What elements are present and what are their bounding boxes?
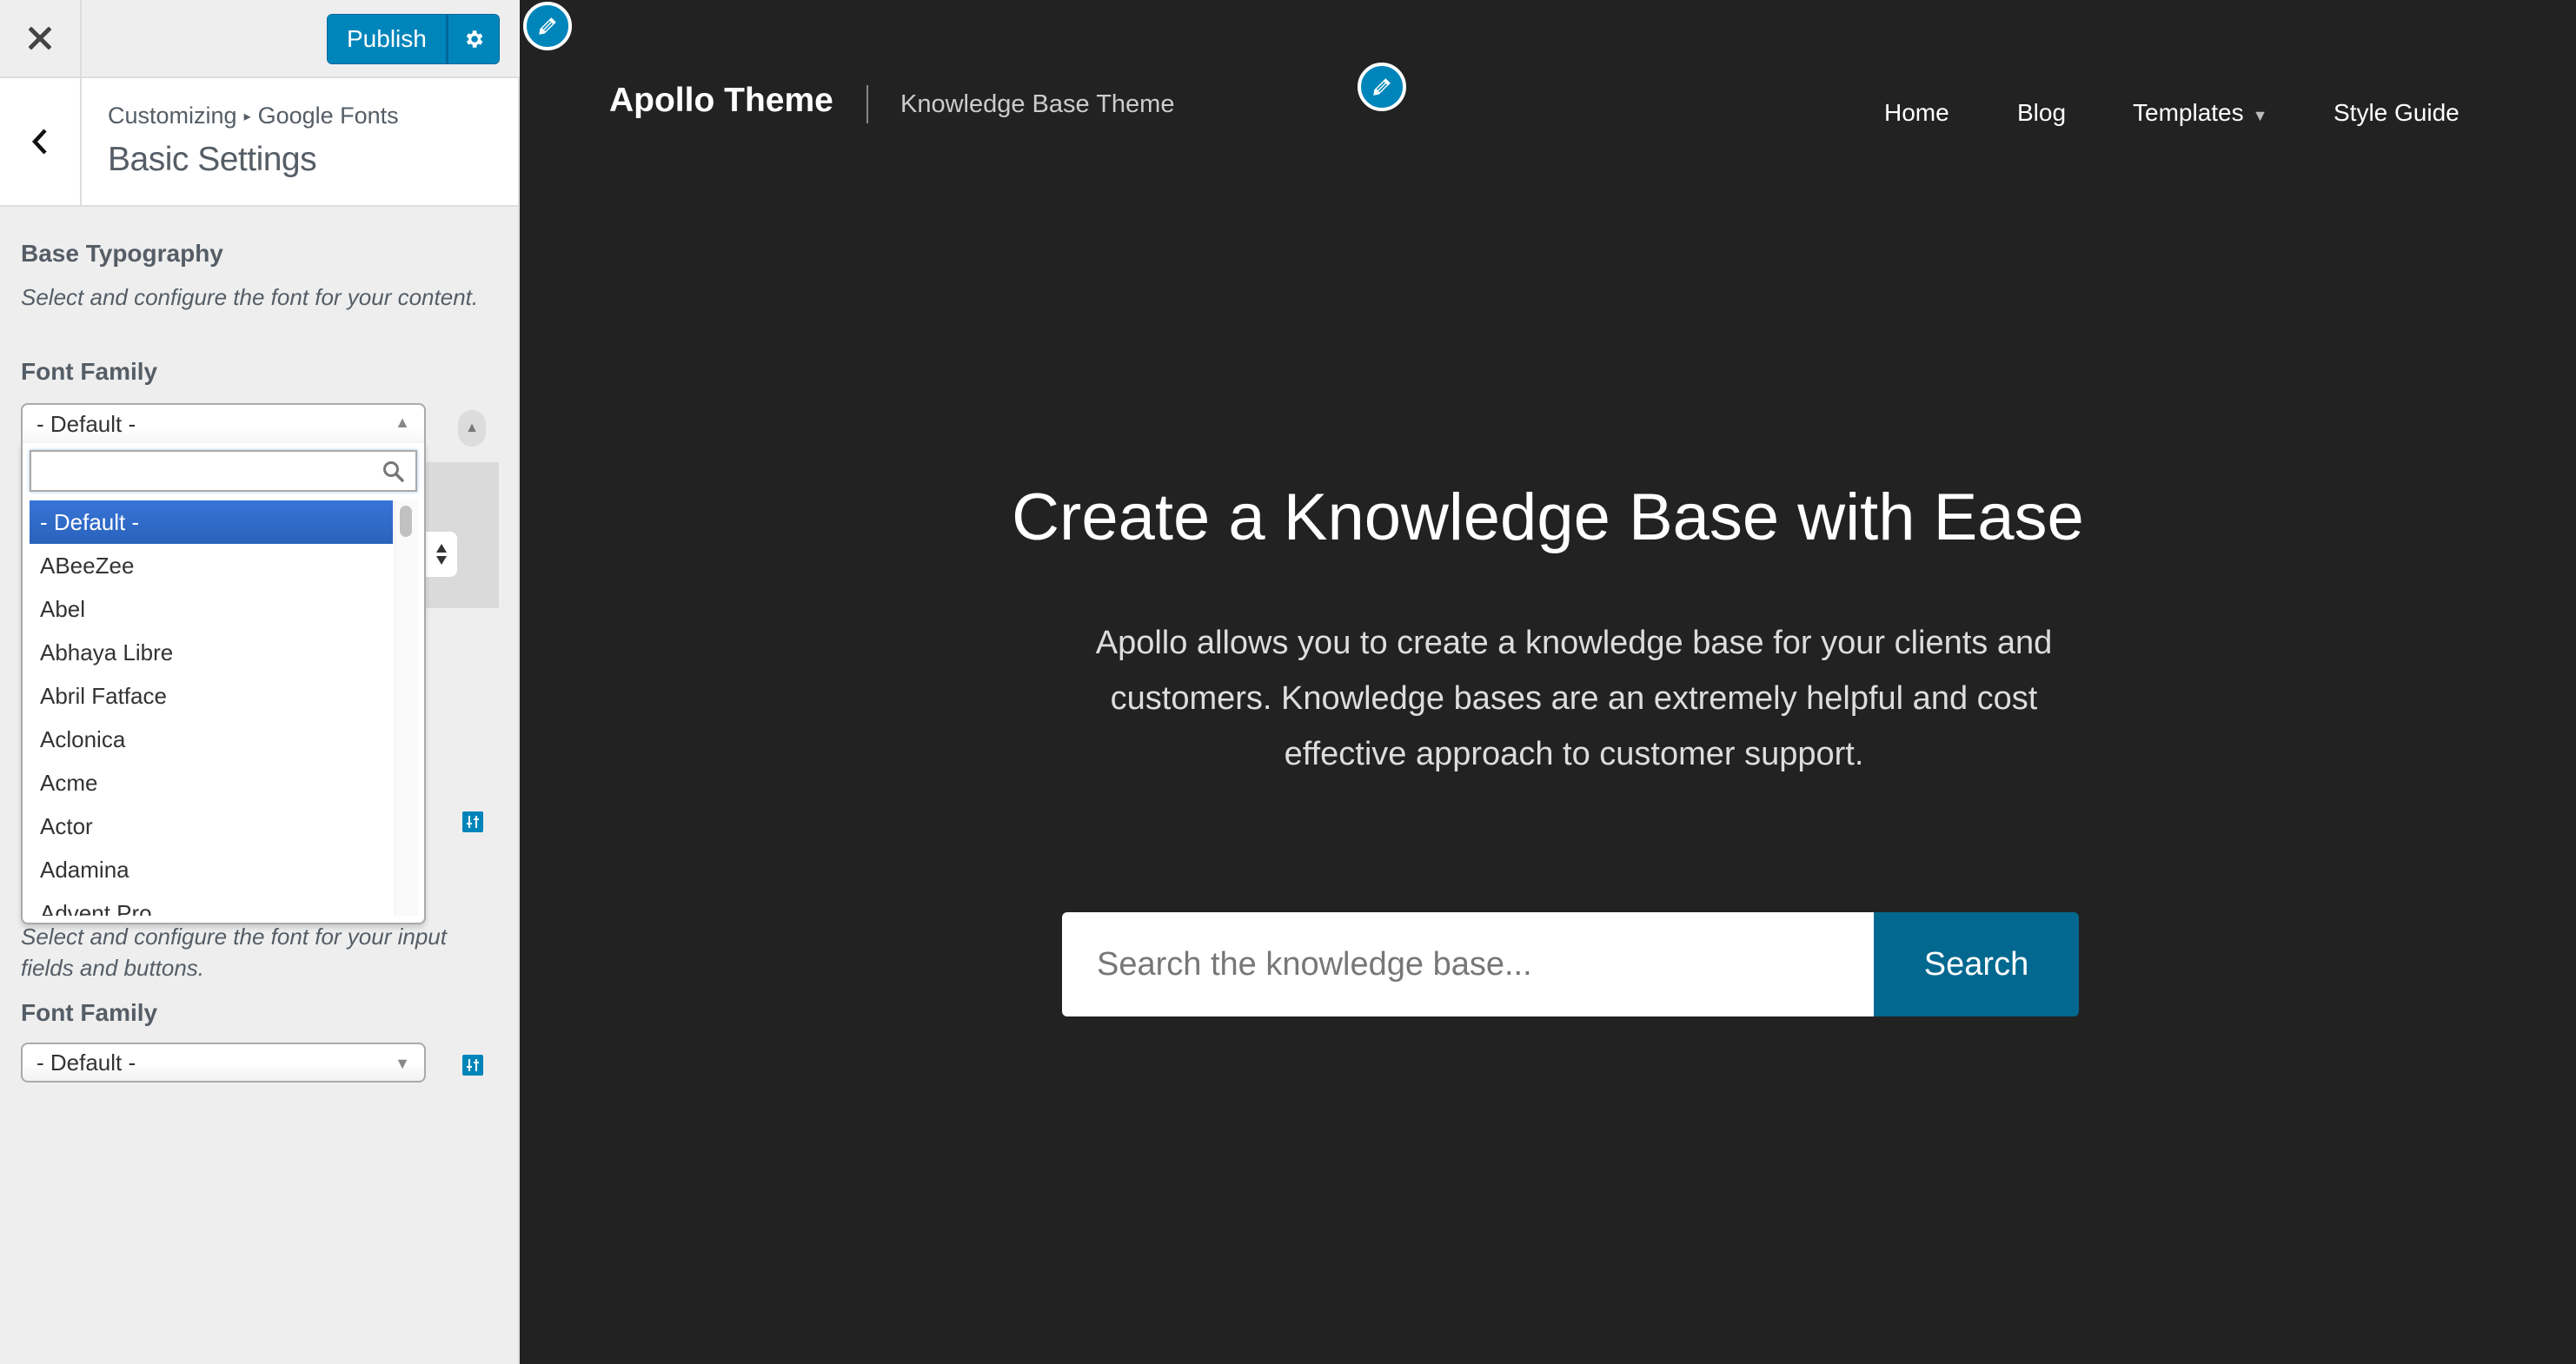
dropdown-option[interactable]: Adamina [30,848,393,891]
site-title-link[interactable]: Apollo Theme [609,82,833,120]
caret-down-icon: ▼ [2252,107,2268,124]
control-description: Select and configure the font for your c… [21,284,479,310]
knowledge-base-search-input[interactable] [1062,912,1874,1016]
dropdown-option[interactable]: Advent Pro [30,891,393,916]
font-family-select-value: - Default - [37,410,136,437]
knowledge-base-search-form: Search [1062,912,2079,1016]
site-preview: Apollo Theme Knowledge Base Theme Home B… [520,0,2576,1364]
dropdown-option[interactable]: Abel [30,587,393,631]
pencil-icon [539,17,556,35]
search-icon [383,461,404,482]
publish-settings-button[interactable] [448,15,499,63]
control-description-inputs: Select and configure the font for your i… [21,924,447,981]
font-family-select-inputs-value: - Default - [37,1049,136,1076]
nav-item-templates-label: Templates [2133,99,2244,126]
dropdown-search-field[interactable] [30,450,417,492]
font-family-label: Font Family [21,358,158,385]
nav-item-templates[interactable]: Templates ▼ [2133,99,2267,127]
dropdown-option[interactable]: Acme [30,761,393,804]
sliders-icon [467,816,479,828]
control-title-base-typography: Base Typography [21,240,223,267]
close-icon [29,27,51,50]
section-title: Basic Settings [108,141,317,178]
edit-shortcut-button[interactable] [523,2,572,50]
edit-shortcut-tagline-button[interactable] [1358,63,1406,111]
back-button[interactable] [0,78,82,205]
up-down-arrows-icon [436,544,447,565]
nav-item-blog[interactable]: Blog [2017,99,2066,127]
font-size-stepper[interactable] [426,532,457,577]
dropdown-option[interactable]: Abhaya Libre [30,631,393,674]
breadcrumb: Customizing ▸ Google Fonts [108,103,399,129]
dropdown-scrollbar[interactable] [395,500,418,916]
font-family-select-inputs[interactable]: - Default - ▼ [21,1043,426,1083]
font-settings-toggle-inputs[interactable] [462,1055,483,1076]
dropdown-options-list: - Default - ABeeZee Abel Abhaya Libre Ab… [30,500,393,916]
customizer-sidebar: Publish Customizing ▸ Google Fonts Basic S… [0,0,520,1364]
section-header: Customizing ▸ Google Fonts Basic Settings [0,78,518,207]
customizer-header: Publish [0,0,520,78]
gear-icon [466,30,483,48]
site-tagline: Knowledge Base Theme [900,90,1175,118]
breadcrumb-root: Customizing [108,103,237,129]
font-family-dropdown: - Default - ABeeZee Abel Abhaya Libre Ab… [21,443,426,924]
hero-description: Apollo allows you to create a knowledge … [1095,625,2053,772]
font-family-select[interactable]: - Default - ▲ [21,403,426,443]
font-family-label-inputs: Font Family [21,999,158,1026]
dropdown-option[interactable]: - Default - [30,500,393,544]
pencil-icon [1373,78,1391,96]
hero-title: Create a Knowledge Base with Ease [1012,480,2084,554]
close-customizer-button[interactable] [0,0,82,76]
sliders-icon [467,1059,479,1071]
dropdown-option[interactable]: Aclonica [30,718,393,761]
publish-group: Publish [327,14,500,64]
collapse-toggle-button[interactable]: ▲ [458,410,486,447]
triangle-up-icon: ▲ [395,414,410,431]
dropdown-option[interactable]: ABeeZee [30,544,393,587]
publish-button[interactable]: Publish [328,15,448,63]
font-settings-toggle[interactable] [462,811,483,832]
breadcrumb-section: Google Fonts [257,103,399,129]
dropdown-option[interactable]: Actor [30,804,393,848]
dropdown-option[interactable]: Abril Fatface [30,674,393,718]
chevron-left-icon [31,129,47,155]
nav-item-style-guide[interactable]: Style Guide [2334,99,2460,127]
dropdown-search-input[interactable] [38,452,372,488]
nav-item-home[interactable]: Home [1884,99,1949,127]
triangle-up-icon: ▲ [465,420,479,435]
search-button[interactable]: Search [1874,912,2079,1016]
breadcrumb-separator: ▸ [243,109,251,124]
dropdown-scrollbar-thumb[interactable] [400,506,412,537]
title-divider [866,85,868,123]
triangle-down-icon: ▼ [395,1055,410,1072]
